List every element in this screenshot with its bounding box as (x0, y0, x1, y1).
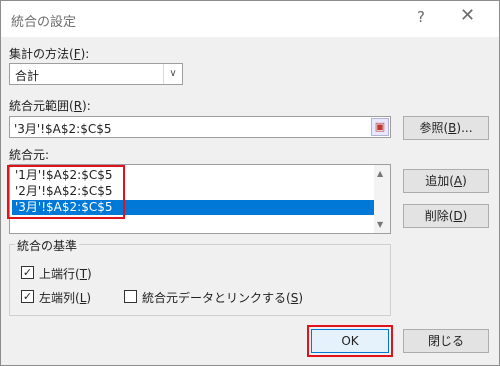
close-icon[interactable]: ✕ (460, 5, 475, 26)
left-column-checkbox[interactable]: ✓ (21, 290, 34, 303)
delete-button[interactable]: 削除(D) (403, 204, 489, 228)
consolidate-dialog: 統合の設定 ? ✕ 集計の方法(F): 合計 ∨ 統合元範囲(R): '3月'!… (0, 0, 500, 366)
list-scrollbar[interactable]: ▲ ▼ (374, 165, 390, 233)
reference-label: 統合元範囲(R): (9, 99, 91, 113)
left-column-label: 左端列(L) (39, 291, 92, 305)
scroll-up-icon[interactable]: ▲ (377, 169, 383, 178)
highlight-box-references (7, 165, 125, 219)
reference-input[interactable]: '3月'!$A$2:$C$5 ▣ (9, 116, 391, 138)
create-links-label: 統合元データとリンクする(S) (142, 291, 303, 305)
highlight-box-ok (307, 325, 393, 357)
dialog-title: 統合の設定 (11, 15, 77, 30)
title-bar: 統合の設定 ? ✕ (1, 1, 499, 37)
close-button[interactable]: 閉じる (403, 329, 489, 353)
create-links-checkbox[interactable] (124, 290, 137, 303)
browse-button[interactable]: 参照(B)... (403, 116, 489, 140)
collapse-dialog-icon[interactable]: ▣ (371, 118, 389, 136)
all-references-label: 統合元: (9, 148, 50, 162)
add-button[interactable]: 追加(A) (403, 169, 489, 193)
reference-value: '3月'!$A$2:$C$5 (14, 122, 112, 136)
function-select[interactable]: 合計 ∨ (9, 63, 183, 85)
top-row-checkbox[interactable]: ✓ (21, 266, 34, 279)
help-button[interactable]: ? (417, 8, 425, 26)
top-row-label: 上端行(T) (39, 267, 92, 281)
chevron-down-icon[interactable]: ∨ (163, 64, 182, 84)
use-labels-label: 統合の基準 (15, 237, 80, 254)
function-value: 合計 (15, 69, 40, 83)
scroll-down-icon[interactable]: ▼ (377, 220, 383, 229)
function-label: 集計の方法(F): (9, 47, 90, 61)
